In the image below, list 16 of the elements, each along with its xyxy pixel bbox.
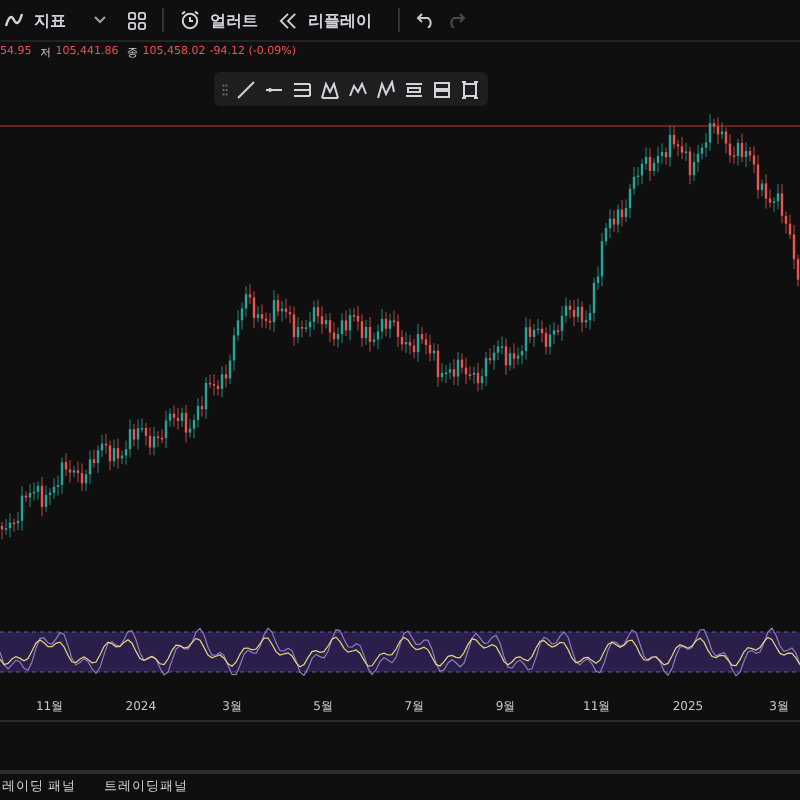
date-range-icon[interactable] (404, 79, 424, 99)
price-range-icon[interactable] (432, 79, 452, 99)
alarm-clock-icon[interactable] (180, 10, 200, 30)
caret-icon[interactable] (94, 16, 106, 24)
layout-grid-icon[interactable] (128, 11, 146, 29)
indicators-icon[interactable] (4, 10, 24, 30)
parallel-lines-icon[interactable] (292, 79, 312, 99)
undo-icon[interactable] (416, 12, 436, 28)
trend-line-icon[interactable] (236, 79, 256, 99)
pattern-icon[interactable] (320, 79, 340, 99)
rectangle-icon[interactable] (460, 79, 480, 99)
replay-button[interactable]: 리플레이 (308, 9, 372, 31)
grip-icon[interactable] (222, 81, 228, 97)
alert-button[interactable]: 얼러트 (210, 9, 258, 31)
indicators-button[interactable]: 지표 (34, 9, 66, 31)
replay-icon[interactable] (278, 11, 298, 29)
